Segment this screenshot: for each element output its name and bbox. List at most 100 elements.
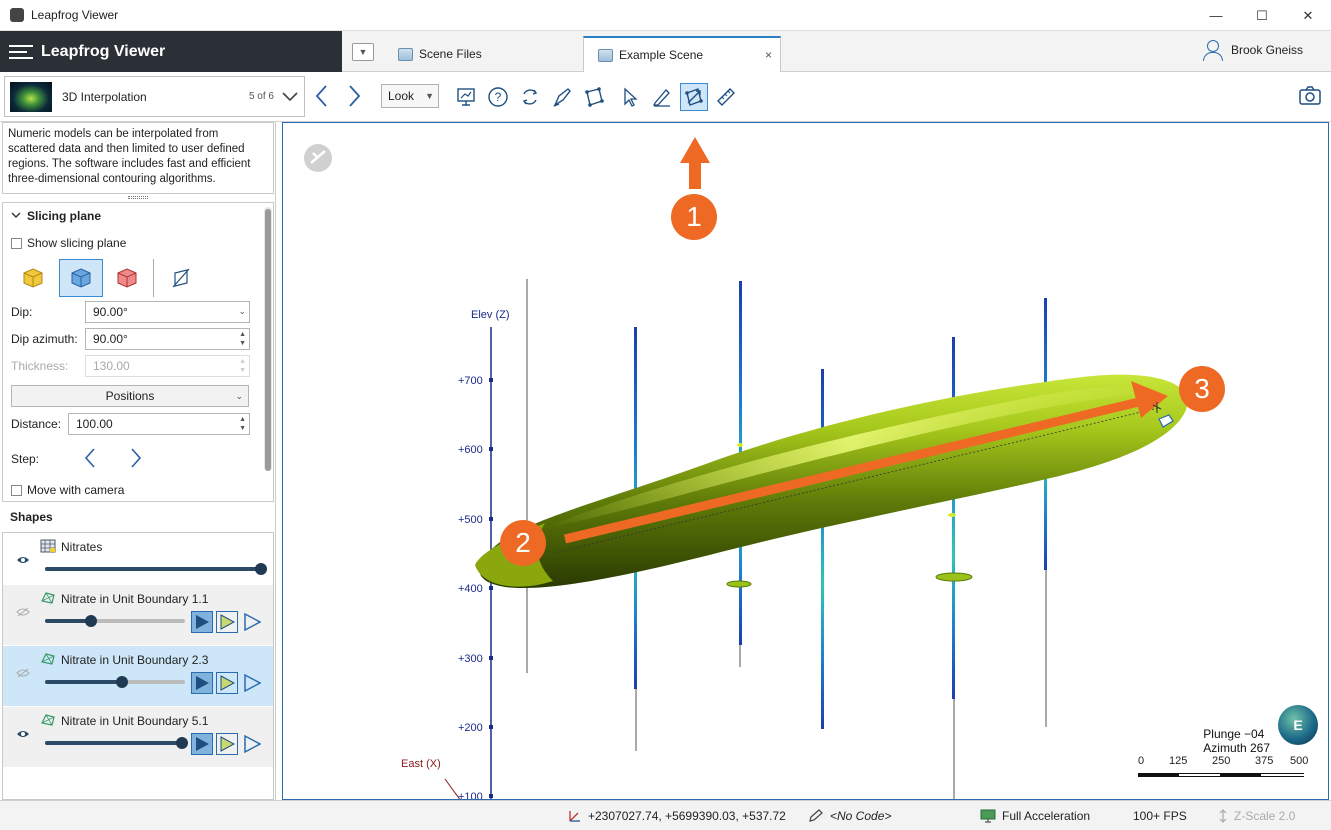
- move-plane-button[interactable]: [680, 83, 708, 111]
- menu-icon[interactable]: [9, 43, 33, 61]
- previous-scene-button[interactable]: [312, 84, 332, 108]
- splitter-grip[interactable]: [128, 196, 148, 199]
- outline-mode-button[interactable]: [241, 733, 263, 755]
- outline-mode-button[interactable]: [241, 611, 263, 633]
- screenshot-button[interactable]: [1298, 84, 1322, 108]
- slice-front-button[interactable]: [11, 259, 55, 297]
- orientation-readout: Plunge −04 Azimuth 267: [1203, 727, 1270, 755]
- shape-item-unit-boundary-2-3[interactable]: Nitrate in Unit Boundary 2.3: [3, 646, 273, 706]
- clip-mode-button[interactable]: [216, 733, 238, 755]
- help-button[interactable]: ?: [484, 83, 512, 111]
- tab-scene-files[interactable]: Scene Files: [398, 36, 578, 72]
- 3d-viewport[interactable]: Elev (Z) +700 +600 +500 +400 +300 +200 +…: [282, 122, 1329, 800]
- outline-mode-button[interactable]: [241, 672, 263, 694]
- eye-hidden-icon[interactable]: [16, 668, 30, 678]
- shape-item-unit-boundary-1-1[interactable]: Nitrate in Unit Boundary 1.1: [3, 585, 273, 645]
- scene-selector[interactable]: 3D Interpolation 5 of 6: [4, 76, 305, 117]
- opacity-slider[interactable]: [45, 737, 188, 749]
- next-scene-button[interactable]: [344, 84, 364, 108]
- minimize-button[interactable]: —: [1193, 0, 1239, 31]
- eye-hidden-icon[interactable]: [16, 607, 30, 617]
- window-controls: — ☐ ✕: [1193, 0, 1331, 31]
- solid-mode-button[interactable]: [191, 672, 213, 694]
- compass-globe-icon[interactable]: E: [1278, 705, 1318, 745]
- shape-item-unit-boundary-5-1[interactable]: Nitrate in Unit Boundary 5.1: [3, 707, 273, 767]
- maximize-button[interactable]: ☐: [1239, 0, 1285, 31]
- ruler-icon: [717, 88, 735, 106]
- surface-icon: [41, 653, 55, 665]
- step-forward-button[interactable]: [129, 447, 143, 475]
- look-dropdown[interactable]: Look ▼: [381, 84, 439, 108]
- solid-mode-button[interactable]: [191, 733, 213, 755]
- solid-mode-button[interactable]: [191, 611, 213, 633]
- show-slicing-plane-checkbox[interactable]: Show slicing plane: [11, 236, 126, 250]
- spinner-icon[interactable]: ▲ ▼: [239, 330, 246, 348]
- move-with-camera-checkbox[interactable]: Move with camera: [11, 483, 124, 497]
- shape-item-nitrates[interactable]: Nitrates: [3, 533, 273, 593]
- scene-lock-icon[interactable]: [304, 144, 332, 172]
- model-fragment: [948, 513, 956, 517]
- look-label: Look: [388, 89, 415, 103]
- elev-tick: +500: [458, 514, 483, 526]
- move-plane-icon: [685, 88, 703, 106]
- slice-middle-button[interactable]: [59, 259, 103, 297]
- distance-field[interactable]: 100.00 ▲ ▼: [68, 413, 250, 435]
- fit-view-button[interactable]: [452, 83, 480, 111]
- slicing-plane-panel: Slicing plane Show slicing plane Dip: 90: [2, 202, 274, 502]
- brand-name: Leapfrog Viewer: [41, 42, 166, 60]
- panel-scrollbar[interactable]: [264, 207, 272, 471]
- slider-thumb[interactable]: [116, 676, 128, 688]
- spinner-icon[interactable]: ▲ ▼: [239, 415, 246, 433]
- opacity-slider[interactable]: [45, 563, 267, 575]
- slider-thumb[interactable]: [176, 737, 188, 749]
- image-icon: [598, 48, 613, 62]
- image-icon: [398, 47, 413, 61]
- code-indicator[interactable]: <No Code>: [808, 809, 891, 823]
- positions-label: Positions: [105, 389, 155, 403]
- step-back-button[interactable]: [83, 447, 97, 475]
- close-button[interactable]: ✕: [1285, 0, 1331, 31]
- elev-tick: +700: [458, 375, 483, 387]
- scene-canvas[interactable]: Elev (Z) +700 +600 +500 +400 +300 +200 +…: [283, 123, 1329, 800]
- dip-azimuth-field[interactable]: 90.00° ▲ ▼: [85, 328, 250, 350]
- drillhole[interactable]: [952, 337, 955, 699]
- clip-mode-button[interactable]: [216, 672, 238, 694]
- shapes-list: Nitrates Nitrate in Unit Boundary 1.1 Ni…: [2, 532, 274, 800]
- surface-icon: [41, 714, 55, 726]
- dip-select[interactable]: 90.00° ⌄: [85, 301, 250, 323]
- select-button[interactable]: [616, 83, 644, 111]
- tab-close-icon[interactable]: ×: [765, 48, 772, 62]
- draw-line-button[interactable]: [648, 83, 676, 111]
- opacity-slider[interactable]: [45, 676, 185, 688]
- clip-mode-button[interactable]: [216, 611, 238, 633]
- tab-list-dropdown[interactable]: ▼: [352, 43, 374, 61]
- tab-example-scene[interactable]: Example Scene ×: [583, 36, 781, 72]
- no-slice-icon: [172, 268, 190, 288]
- model-fragment: [935, 572, 973, 582]
- no-slice-button[interactable]: [159, 259, 203, 297]
- slice-mode-button[interactable]: [580, 83, 608, 111]
- shape-name: Nitrates: [61, 540, 103, 554]
- rotate-button[interactable]: [516, 83, 544, 111]
- title-bar: Leapfrog Viewer — ☐ ✕: [0, 0, 1331, 31]
- model-surface[interactable]: [479, 374, 1188, 589]
- eye-icon[interactable]: [16, 729, 30, 739]
- checkbox[interactable]: [11, 484, 22, 496]
- checkbox[interactable]: [11, 237, 22, 249]
- positions-dropdown[interactable]: Positions ⌄: [11, 385, 249, 407]
- user-menu[interactable]: Brook Gneiss: [1202, 40, 1303, 61]
- opacity-slider[interactable]: [45, 615, 185, 627]
- slice-back-button[interactable]: [105, 259, 149, 297]
- chevron-down-icon: [282, 89, 298, 105]
- draw-slice-button[interactable]: [548, 83, 576, 111]
- interpolated-model[interactable]: [475, 374, 1188, 589]
- slider-thumb[interactable]: [85, 615, 97, 627]
- eye-icon[interactable]: [16, 555, 30, 565]
- toolbar: 3D Interpolation 5 of 6 Look ▼ ?: [0, 72, 1331, 122]
- measure-button[interactable]: [712, 83, 740, 111]
- zscale-indicator[interactable]: Z-Scale 2.0: [1218, 809, 1295, 823]
- slicing-plane-header[interactable]: Slicing plane: [11, 209, 101, 223]
- drillhole[interactable]: [821, 369, 824, 729]
- slider-thumb[interactable]: [255, 563, 267, 575]
- dip-azimuth-label: Dip azimuth:: [11, 332, 78, 346]
